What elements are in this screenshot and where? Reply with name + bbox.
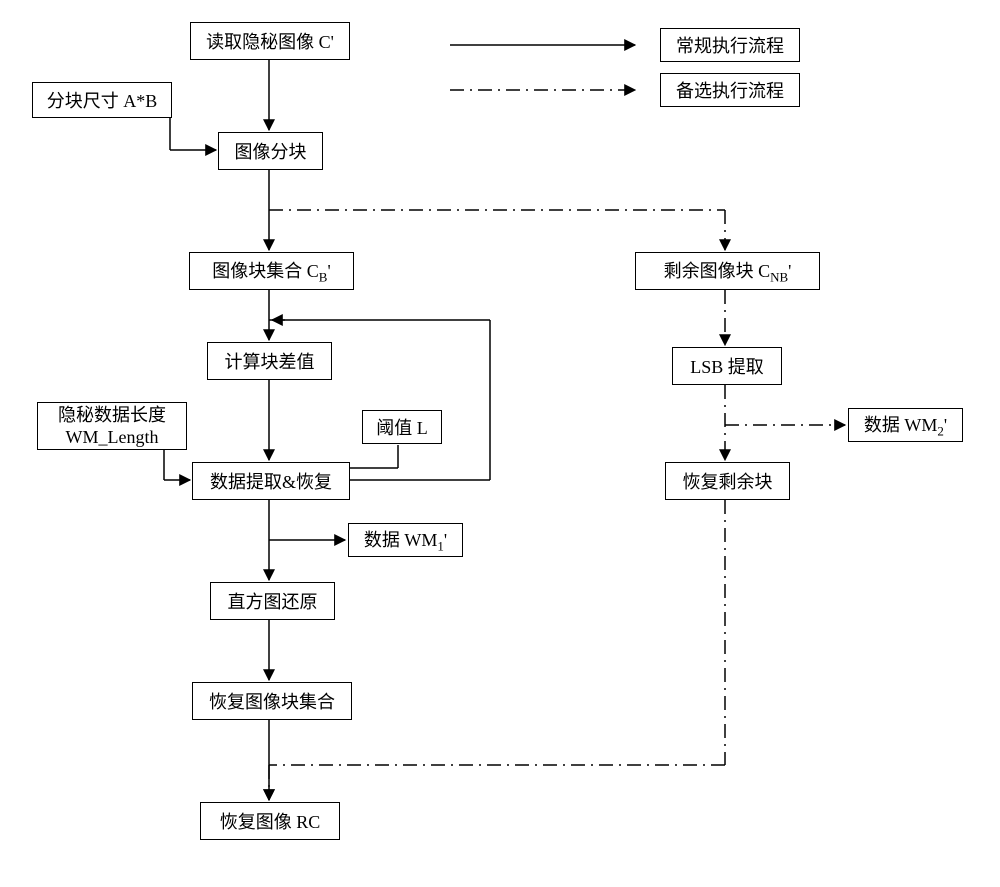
- flowchart-canvas: 常规执行流程 备选执行流程 读取隐秘图像 C' 分块尺寸 A*B 图像分块 图像…: [0, 0, 1000, 887]
- wm2-tail: ': [944, 415, 947, 435]
- legend-alternative-flow: 备选执行流程: [660, 73, 800, 107]
- node-read-stego-image-label: 读取隐秘图像 C': [206, 28, 334, 54]
- node-restore-block-set: 恢复图像块集合: [192, 682, 352, 720]
- node-secret-data-length-label: 隐秘数据长度 WM_Length: [58, 404, 166, 449]
- node-threshold-label: 阈值 L: [376, 414, 428, 440]
- legend-normal-flow: 常规执行流程: [660, 28, 800, 62]
- node-image-blocking-label: 图像分块: [235, 138, 307, 164]
- wm1-prefix: 数据 WM: [364, 530, 438, 550]
- node-read-stego-image: 读取隐秘图像 C': [190, 22, 350, 60]
- node-block-set: 图像块集合 CB': [189, 252, 354, 290]
- node-remaining-blocks-label: 剩余图像块 CNB': [664, 257, 792, 286]
- legend-alternative-label: 备选执行流程: [676, 77, 784, 103]
- node-threshold: 阈值 L: [362, 410, 442, 444]
- node-image-blocking: 图像分块: [218, 132, 323, 170]
- secret-len-line2: WM_Length: [66, 427, 159, 447]
- node-wm2-label: 数据 WM2': [864, 411, 947, 440]
- node-calc-block-diff-label: 计算块差值: [225, 348, 315, 374]
- node-restore-remaining-label: 恢复剩余块: [683, 468, 773, 494]
- remaining-blocks-text: 剩余图像块 C: [664, 261, 771, 281]
- node-wm1: 数据 WM1': [348, 523, 463, 557]
- node-restore-block-set-label: 恢复图像块集合: [209, 688, 335, 714]
- node-restore-image-label: 恢复图像 RC: [220, 808, 321, 834]
- wm2-prefix: 数据 WM: [864, 415, 938, 435]
- node-restore-remaining: 恢复剩余块: [665, 462, 790, 500]
- node-block-size: 分块尺寸 A*B: [32, 82, 172, 118]
- node-extract-restore: 数据提取&恢复: [192, 462, 350, 500]
- remaining-blocks-tail: ': [788, 261, 791, 281]
- node-remaining-blocks: 剩余图像块 CNB': [635, 252, 820, 290]
- node-block-set-label: 图像块集合 CB': [212, 257, 330, 286]
- node-wm2: 数据 WM2': [848, 408, 963, 442]
- secret-len-line1: 隐秘数据长度: [58, 405, 166, 425]
- node-restore-image: 恢复图像 RC: [200, 802, 340, 840]
- node-lsb-extract: LSB 提取: [672, 347, 782, 385]
- remaining-blocks-sub: NB: [770, 269, 788, 284]
- wm1-tail: ': [444, 530, 447, 550]
- node-block-size-label: 分块尺寸 A*B: [47, 87, 158, 113]
- node-wm1-label: 数据 WM1': [364, 526, 447, 555]
- node-calc-block-diff: 计算块差值: [207, 342, 332, 380]
- node-block-set-tail: ': [327, 261, 330, 281]
- node-secret-data-length: 隐秘数据长度 WM_Length: [37, 402, 187, 450]
- node-hist-restore: 直方图还原: [210, 582, 335, 620]
- node-hist-restore-label: 直方图还原: [228, 588, 318, 614]
- legend-normal-label: 常规执行流程: [676, 32, 784, 58]
- node-extract-restore-label: 数据提取&恢复: [210, 468, 332, 494]
- node-lsb-extract-label: LSB 提取: [690, 353, 764, 379]
- node-block-set-text: 图像块集合 C: [212, 261, 319, 281]
